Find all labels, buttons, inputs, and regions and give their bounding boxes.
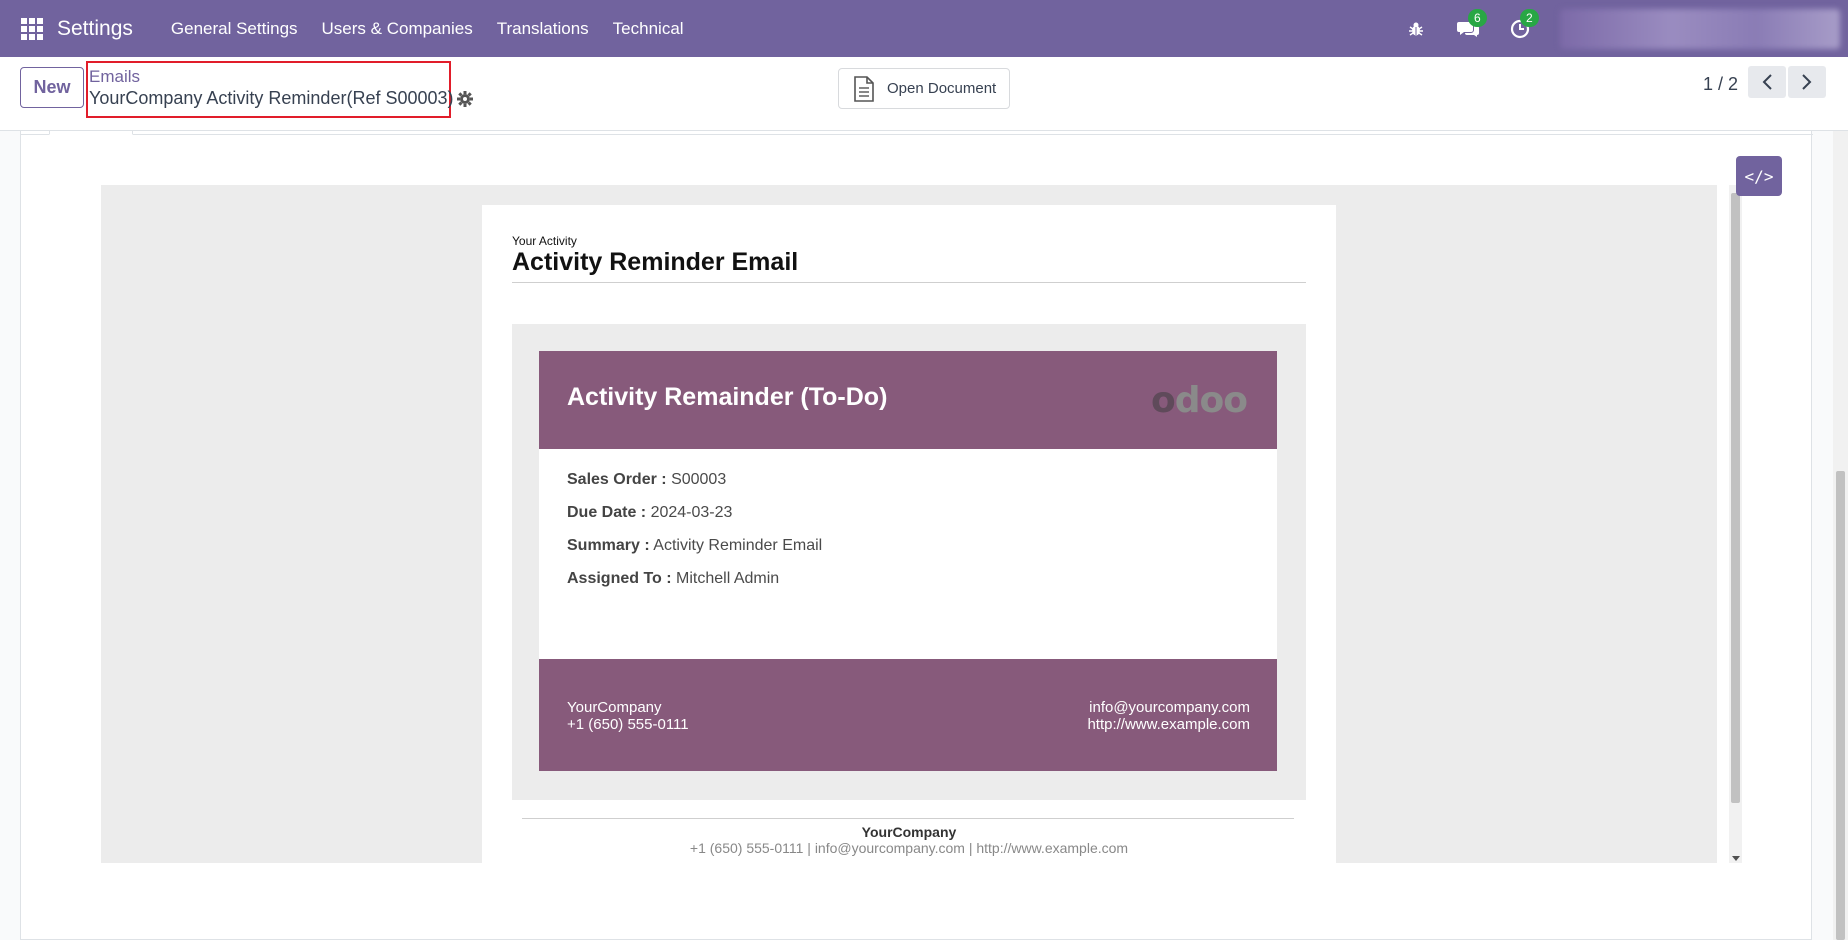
apps-grid-icon[interactable]	[21, 17, 43, 40]
field-label: Assigned To :	[567, 570, 672, 587]
odoo-logo: odoo	[1151, 380, 1248, 421]
document-icon	[854, 75, 874, 102]
pager-next-button[interactable]	[1788, 66, 1826, 98]
email-card-header: Activity Remainder (To-Do) odoo	[539, 351, 1277, 449]
field-label: Summary :	[567, 537, 650, 554]
chat-count-badge: 6	[1468, 8, 1487, 27]
field-value: S00003	[671, 471, 727, 488]
field-value: Activity Reminder Email	[653, 537, 823, 554]
email-heading: Activity Reminder Email	[512, 248, 799, 276]
bottom-company: YourCompany	[861, 824, 957, 840]
field-due-date: Due Date : 2024-03-23	[567, 504, 732, 522]
field-value: Mitchell Admin	[676, 570, 780, 587]
field-summary: Summary : Activity Reminder Email	[567, 537, 822, 555]
divider	[522, 818, 1294, 819]
app-name[interactable]: Settings	[57, 17, 133, 41]
open-document-label: Open Document	[887, 80, 997, 97]
email-card-title: Activity Remainder (To-Do)	[567, 383, 888, 411]
systray: 6 2	[1404, 0, 1848, 57]
breadcrumb-current: YourCompany Activity Reminder(Ref S00003…	[89, 88, 454, 108]
field-sales-order: Sales Order : S00003	[567, 471, 726, 489]
tab-active[interactable]	[49, 131, 133, 135]
footer-phone: +1 (650) 555-0111	[567, 716, 689, 733]
preview-scrollbar[interactable]	[1729, 185, 1742, 863]
activity-count-badge: 2	[1520, 8, 1539, 27]
pager-previous-button[interactable]	[1748, 66, 1786, 98]
new-button[interactable]: New	[20, 67, 84, 108]
email-paper: Your Activity Activity Reminder Email Ac…	[482, 205, 1336, 865]
menu-translations[interactable]: Translations	[485, 19, 601, 39]
footer-website[interactable]: http://www.example.com	[1087, 716, 1250, 733]
field-assigned-to: Assigned To : Mitchell Admin	[567, 570, 779, 588]
open-document-button[interactable]: Open Document	[838, 68, 1010, 109]
tab-divider	[21, 134, 1813, 135]
field-value: 2024-03-23	[650, 504, 733, 521]
divider	[512, 282, 1306, 283]
chat-icon[interactable]: 6	[1456, 8, 1487, 41]
page-scroll-thumb[interactable]	[1836, 471, 1845, 940]
code-icon: </>	[1744, 166, 1774, 186]
scroll-down-icon[interactable]	[1732, 856, 1740, 861]
chevron-left-icon	[1762, 74, 1772, 90]
main-menu: General Settings Users & Companies Trans…	[159, 19, 696, 39]
breadcrumb-parent[interactable]: Emails	[89, 67, 140, 87]
footer-right: info@yourcompany.com http://www.example.…	[1087, 699, 1250, 733]
clock-icon[interactable]: 2	[1508, 8, 1539, 41]
bottom-contact: +1 (650) 555-0111 | info@yourcompany.com…	[689, 840, 1129, 856]
page-scrollbar[interactable]	[1833, 131, 1848, 940]
menu-users-companies[interactable]: Users & Companies	[310, 19, 485, 39]
control-panel: New Emails YourCompany Activity Reminder…	[0, 57, 1848, 131]
menu-technical[interactable]: Technical	[601, 19, 696, 39]
email-card-footer: YourCompany +1 (650) 555-0111 info@yourc…	[539, 659, 1277, 771]
field-label: Sales Order :	[567, 471, 667, 488]
preview-scroll-thumb[interactable]	[1731, 193, 1740, 803]
user-menu[interactable]	[1560, 8, 1840, 49]
email-subtitle: Your Activity	[512, 234, 577, 248]
footer-email[interactable]: info@yourcompany.com	[1087, 699, 1250, 716]
footer-company: YourCompany	[567, 699, 662, 716]
email-card-body: Sales Order : S00003 Due Date : 2024-03-…	[539, 449, 1277, 663]
footer-left: YourCompany +1 (650) 555-0111	[567, 699, 689, 733]
gear-icon[interactable]	[456, 90, 474, 108]
pager-value[interactable]: 1 / 2	[1703, 74, 1738, 95]
bug-icon[interactable]	[1404, 17, 1428, 41]
menu-general-settings[interactable]: General Settings	[159, 19, 310, 39]
top-navbar: Settings General Settings Users & Compan…	[0, 0, 1848, 57]
chevron-right-icon	[1802, 74, 1812, 90]
field-label: Due Date :	[567, 504, 647, 521]
code-view-button[interactable]: </>	[1736, 156, 1782, 196]
